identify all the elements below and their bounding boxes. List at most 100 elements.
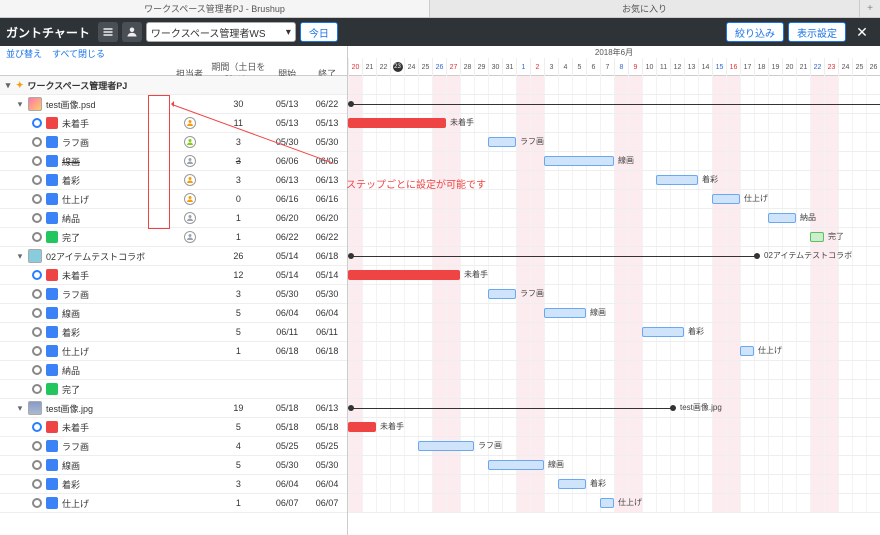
start-value: 06/11 [267,327,307,337]
gantt-bar[interactable] [488,460,544,470]
gantt-bar[interactable] [544,308,586,318]
bar-label: 線画 [590,307,606,318]
step-row[interactable]: 着彩506/1106/11 [0,323,347,342]
day-cell: 1 [516,58,530,76]
collapse-all-link[interactable]: すべて閉じる [52,47,105,60]
assignee-avatar[interactable] [184,117,196,129]
gantt-bar[interactable] [348,270,460,280]
tab-project[interactable]: ワークスペース管理者PJ - Brushup [0,0,430,17]
gantt-bar[interactable] [810,232,824,242]
day-cell: 31 [502,58,516,76]
period-value: 30 [209,99,267,109]
day-cell: 10 [642,58,656,76]
step-row[interactable]: 未着手505/1805/18 [0,418,347,437]
tab-favorites[interactable]: お気に入り [430,0,860,17]
list-view-icon[interactable] [98,22,118,42]
caret-down-icon[interactable]: ▾ [4,80,12,91]
end-value: 06/22 [307,232,347,242]
gantt-bar[interactable] [600,498,614,508]
gantt-bar[interactable] [488,137,516,147]
step-row[interactable]: 着彩306/0406/04 [0,475,347,494]
item-row[interactable]: ▾test画像.jpg1905/1806/13 [0,399,347,418]
step-marker [32,460,42,470]
project-row[interactable]: ▾✦ワークスペース管理者PJ [0,76,347,95]
workspace-select[interactable]: ワークスペース管理者WS ▾ [146,22,296,42]
page-title: ガントチャート [6,24,90,41]
step-color-swatch [46,231,58,243]
gantt-bar[interactable] [768,213,796,223]
day-cell: 24 [838,58,852,76]
close-icon[interactable]: ✕ [850,20,874,44]
step-name: 完了 [62,231,80,244]
end-value: 05/14 [307,270,347,280]
caret-down-icon[interactable]: ▾ [16,99,24,110]
step-row[interactable]: 線画306/0606/06 [0,152,347,171]
caret-down-icon[interactable]: ▾ [16,403,24,414]
annotation-arrowhead [168,101,174,107]
assignee-avatar[interactable] [184,231,196,243]
start-value: 06/18 [267,346,307,356]
item-row[interactable]: ▾02アイテムテストコラボ2605/1406/18 [0,247,347,266]
assignee-avatar[interactable] [184,193,196,205]
step-row[interactable]: 仕上げ106/1806/18 [0,342,347,361]
end-value: 05/18 [307,422,347,432]
day-cell: 23 [824,58,838,76]
step-row[interactable]: 完了106/2206/22 [0,228,347,247]
gantt-bar[interactable] [488,289,516,299]
bar-label: 未着手 [380,421,404,432]
step-row[interactable]: 納品106/2006/20 [0,209,347,228]
step-row[interactable]: 仕上げ106/0706/07 [0,494,347,513]
step-row[interactable]: 仕上げ006/1606/16 [0,190,347,209]
bar-label: 未着手 [464,269,488,280]
day-cell: 13 [684,58,698,76]
chevron-down-icon: ▾ [286,27,291,38]
step-row[interactable]: 納品 [0,361,347,380]
assignee-avatar[interactable] [184,155,196,167]
bar-label: 完了 [828,231,844,242]
project-name: ワークスペース管理者PJ [28,79,128,92]
filter-button[interactable]: 絞り込み [726,22,784,42]
assignee-avatar[interactable] [184,174,196,186]
step-marker [32,479,42,489]
caret-down-icon[interactable]: ▾ [16,251,24,262]
start-value: 05/18 [267,422,307,432]
item-thumbnail [28,97,42,111]
gantt-bar[interactable] [348,422,376,432]
bar-label: 仕上げ [744,193,768,204]
gantt-bar[interactable] [558,479,586,489]
step-row[interactable]: 線画506/0406/04 [0,304,347,323]
gantt-bar[interactable] [656,175,698,185]
gantt-bar[interactable] [544,156,614,166]
step-row[interactable]: 線画505/3005/30 [0,456,347,475]
day-cell: 7 [600,58,614,76]
step-row[interactable]: 完了 [0,380,347,399]
reorder-link[interactable]: 並び替え [6,47,42,60]
step-name: ラフ画 [62,288,89,301]
day-cell: 9 [628,58,642,76]
tab-add[interactable]: + [860,0,880,17]
end-value: 06/18 [307,251,347,261]
gantt-bar[interactable] [712,194,740,204]
user-icon[interactable] [122,22,142,42]
gantt-bar[interactable] [740,346,754,356]
item-name: 02アイテムテストコラボ [46,250,145,263]
step-name: 未着手 [62,421,89,434]
step-row[interactable]: 未着手1105/1305/13 [0,114,347,133]
today-button[interactable]: 今日 [300,22,338,42]
end-value: 05/30 [307,137,347,147]
gantt-bar[interactable] [418,441,474,451]
assignee-avatar[interactable] [184,136,196,148]
range-end-dot [670,405,676,411]
gantt-bar[interactable] [348,118,446,128]
assignee-avatar[interactable] [184,212,196,224]
step-row[interactable]: 着彩306/1306/13 [0,171,347,190]
gantt-bar[interactable] [642,327,684,337]
step-row[interactable]: ラフ画405/2505/25 [0,437,347,456]
display-settings-button[interactable]: 表示設定 [788,22,846,42]
timeline-row: 線画 [348,304,880,323]
step-row[interactable]: ラフ画305/3005/30 [0,285,347,304]
bar-label: 未着手 [450,117,474,128]
step-marker [32,327,42,337]
step-row[interactable]: 未着手1205/1405/14 [0,266,347,285]
timeline-row: 未着手 [348,418,880,437]
